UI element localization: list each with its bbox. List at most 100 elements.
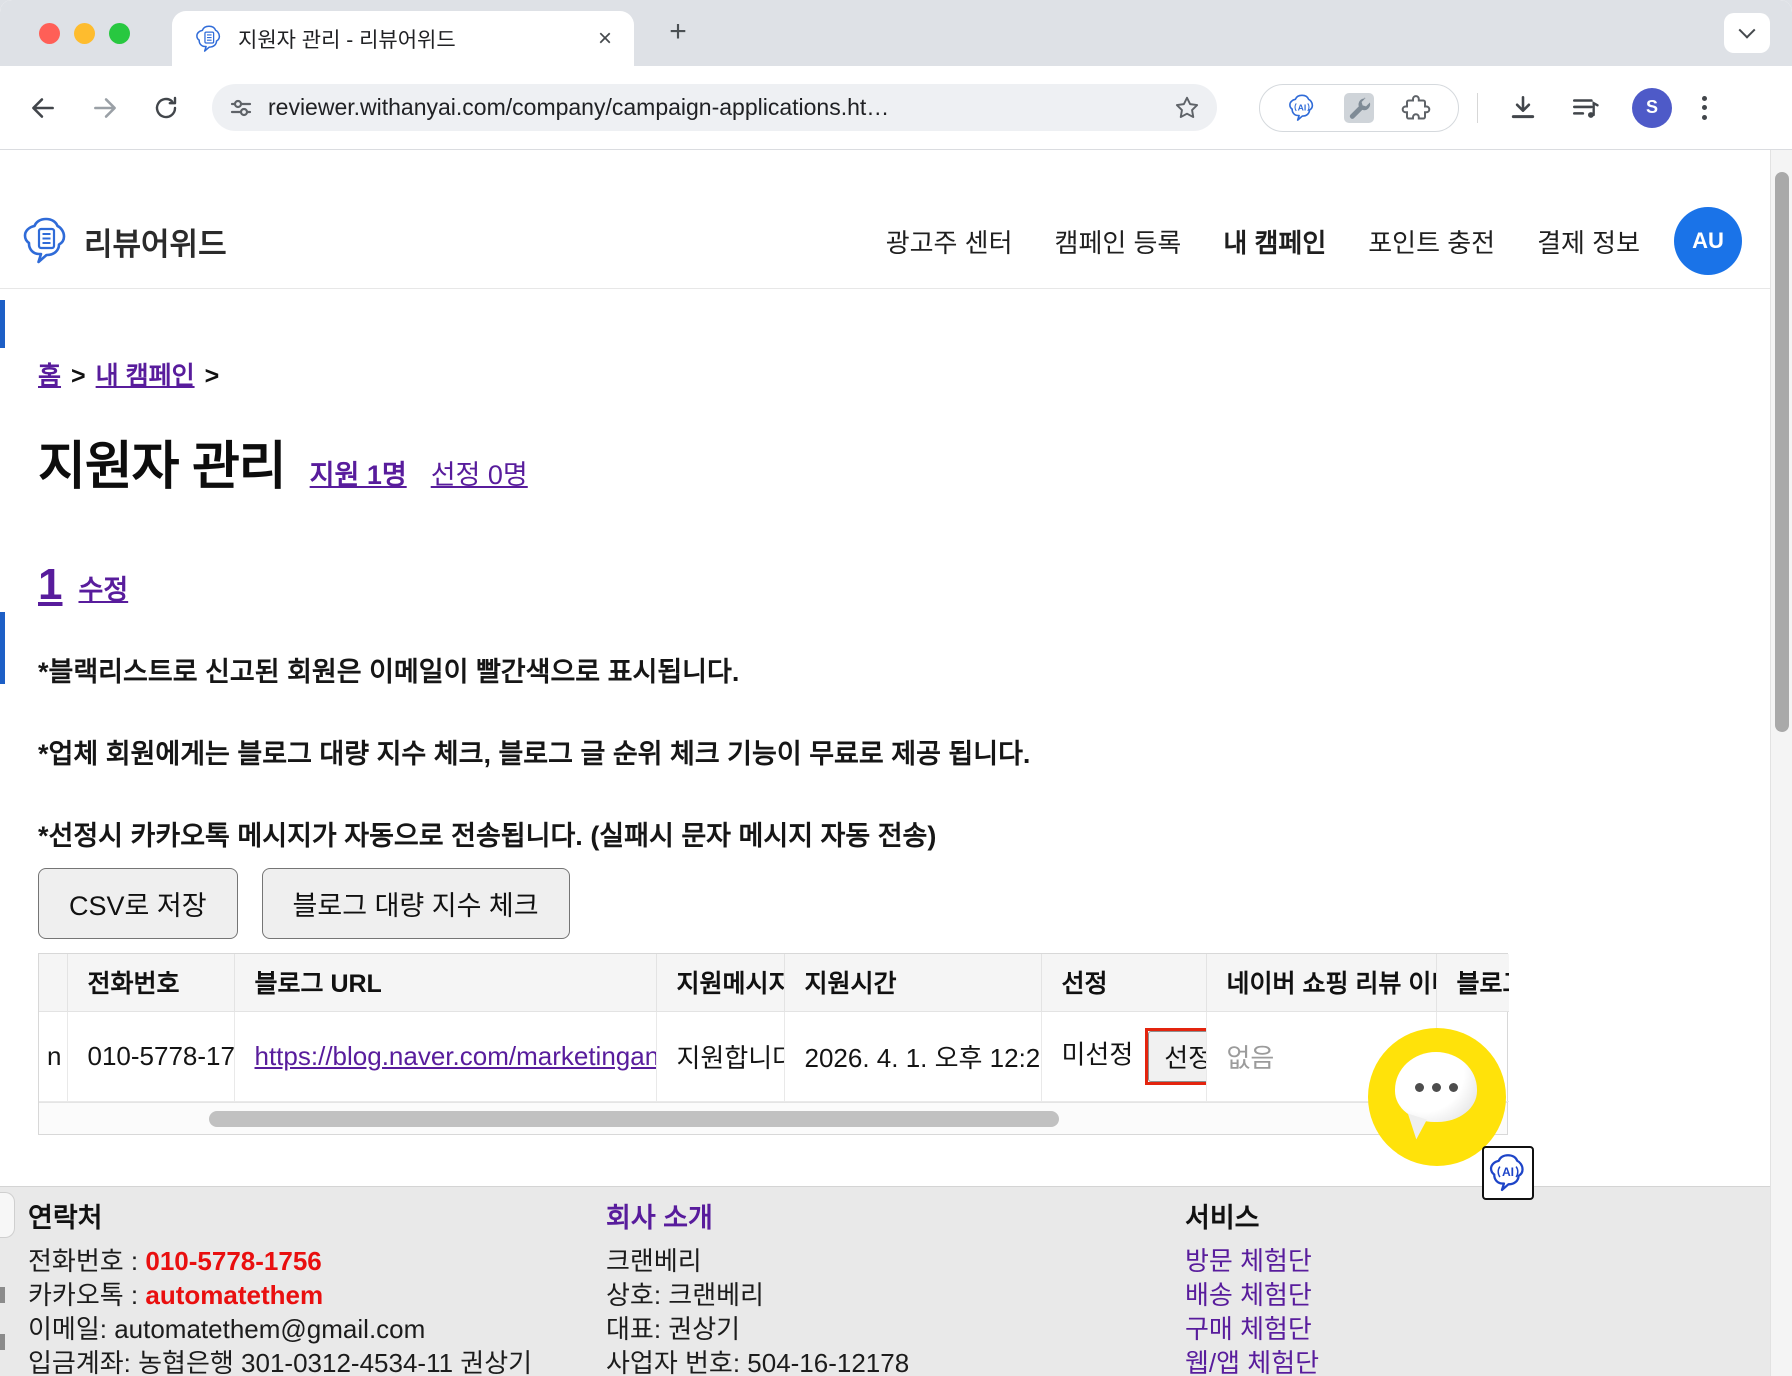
url-text[interactable]: reviewer.withanyai.com/company/campaign-… [268,94,1173,121]
ai-extension-icon[interactable]: AI [1287,93,1317,123]
clipped-left-widget-tick-2 [0,1334,5,1350]
speech-bubble-tail [1401,1113,1427,1140]
footer-company-link[interactable]: 회사 소개 [606,1203,713,1233]
col-selection: 선정 [1041,954,1206,1011]
address-bar[interactable]: reviewer.withanyai.com/company/campaign-… [212,84,1217,131]
tab-close-icon[interactable]: × [592,25,618,53]
notice-blacklist: *블랙리스트로 신고된 회원은 이메일이 빨간색으로 표시됩니다. [38,650,1030,689]
breadcrumb-my-campaigns-link[interactable]: 내 캠페인 [96,362,195,390]
forward-arrow-icon [90,93,120,123]
campaign-row: 1 수정 [38,560,128,610]
brand-logo[interactable]: 리뷰어위드 [20,215,227,267]
nav-point-charge[interactable]: 포인트 충전 [1368,223,1495,260]
cell-message: 지원합니다. [656,1011,784,1101]
tab-search-button[interactable] [1724,13,1770,53]
browser-menu-button[interactable] [1702,96,1707,120]
playlist-music-icon [1570,93,1600,123]
ai-brain-icon: AI [1487,1152,1529,1194]
toolbar-divider [1477,93,1478,123]
horizontal-scrollbar-thumb[interactable] [209,1111,1059,1127]
page-vertical-scrollbar[interactable] [1770,150,1792,1376]
browser-toolbar: reviewer.withanyai.com/company/campaign-… [0,66,1792,150]
cell-clipped: n [39,1011,67,1101]
save-csv-button[interactable]: CSV로 저장 [38,868,238,939]
clipped-left-widget-tick [0,1287,5,1303]
forward-button[interactable] [90,93,120,123]
nav-advertiser-center[interactable]: 광고주 센터 [886,223,1013,260]
browser-tab[interactable]: 지원자 관리 - 리뷰어위드 × [172,11,634,66]
browser-profile-avatar[interactable]: S [1632,88,1672,128]
bookmark-star-icon[interactable] [1173,94,1201,122]
notice-list: *블랙리스트로 신고된 회원은 이메일이 빨간색으로 표시됩니다. *업체 회원… [38,650,1030,896]
blog-bulk-check-button[interactable]: 블로그 대량 지수 체크 [262,868,570,939]
nav-my-campaigns[interactable]: 내 캠페인 [1223,223,1326,260]
reload-button[interactable] [152,94,180,122]
new-tab-button[interactable]: + [658,12,698,52]
select-button[interactable]: 선정 [1148,1031,1206,1082]
footer-link-visit[interactable]: 방문 체험단 [1185,1244,1319,1278]
footer-link-purchase[interactable]: 구매 체험단 [1185,1312,1319,1346]
svg-text:AI: AI [1502,1165,1514,1179]
back-button[interactable] [28,93,58,123]
applied-count-link[interactable]: 지원 1명 [310,453,407,492]
cell-blog-url: https://blog.naver.com/marketinganywhere [234,1011,656,1101]
media-controls-button[interactable] [1570,93,1600,123]
edit-link[interactable]: 수정 [78,568,128,607]
footer-contact: 연락처 전화번호 : 010-5778-1756 카카오톡 : automate… [28,1201,532,1376]
applicants-table: 전화번호 블로그 URL 지원메시지 지원시간 선정 네이버 쇼핑 리뷰 이미지… [39,954,1509,1102]
main-nav: 광고주 센터 캠페인 등록 내 캠페인 포인트 충전 결제 정보 [886,223,1640,260]
back-arrow-icon [28,93,58,123]
tab-title: 지원자 관리 - 리뷰어위드 [238,24,592,54]
table-row: n 010-5778-1756 https://blog.naver.com/m… [39,1011,1509,1101]
svg-text:AI: AI [1298,102,1307,112]
vertical-scrollbar-thumb[interactable] [1775,172,1789,732]
footer-link-delivery[interactable]: 배송 체험단 [1185,1278,1319,1312]
footer-link-webapp[interactable]: 웹/앱 체험단 [1185,1346,1319,1376]
user-avatar[interactable]: AU [1674,207,1742,275]
wrench-extension-icon[interactable] [1344,93,1374,123]
footer-kakao-line: 카카오톡 : automatethem [28,1278,532,1312]
footer-kakao-value: automatethem [145,1280,323,1310]
campaign-id-link[interactable]: 1 [38,560,62,610]
cell-phone: 010-5778-1756 [67,1011,234,1101]
table-horizontal-scrollbar[interactable] [39,1102,1507,1134]
title-row: 지원자 관리 지원 1명 선정 0명 [38,424,528,499]
footer-company-heading: 회사 소개 [606,1201,909,1235]
nav-campaign-register[interactable]: 캠페인 등록 [1055,223,1182,260]
extensions-puzzle-icon[interactable] [1401,93,1431,123]
footer-phone-label: 전화번호 : [28,1246,145,1276]
chevron-down-icon [1739,22,1756,39]
downloads-button[interactable] [1508,93,1538,123]
footer-contact-heading: 연락처 [28,1201,532,1235]
footer-company-ceo: 대표: 권상기 [606,1312,909,1346]
footer-company-name: 크랜베리 [606,1244,909,1278]
footer-services-heading: 서비스 [1185,1201,1319,1235]
footer-company-trade-name: 상호: 크랜베리 [606,1278,909,1312]
brand-name[interactable]: 리뷰어위드 [84,219,227,264]
speech-bubble-icon [1395,1052,1477,1122]
brand-brain-icon [20,215,72,267]
clipped-left-widget-fragment-3 [0,1192,15,1238]
footer-phone-value: 010-5778-1756 [145,1246,321,1276]
applicants-table-container: 전화번호 블로그 URL 지원메시지 지원시간 선정 네이버 쇼핑 리뷰 이미지… [38,953,1508,1135]
select-button-highlight: 선정 [1145,1028,1206,1085]
blog-url-link[interactable]: https://blog.naver.com/marketinganywhere [255,1041,657,1071]
tab-strip: 지원자 관리 - 리뷰어위드 × + [0,0,1792,66]
selected-count-link[interactable]: 선정 0명 [431,453,528,492]
breadcrumb-home-link[interactable]: 홈 [38,362,61,390]
footer-company-biznum: 사업자 번호: 504-16-12178 [606,1346,909,1376]
macos-fullscreen-button[interactable] [109,23,130,44]
col-applied-at: 지원시간 [784,954,1041,1011]
nav-payment-info[interactable]: 결제 정보 [1537,223,1640,260]
footer-kakao-label: 카카오톡 : [28,1280,145,1310]
browser-window: 지원자 관리 - 리뷰어위드 × + reviewer.withanyai.co… [0,0,1792,1376]
notice-kakao-message: *선정시 카카오톡 메시지가 자동으로 전송됩니다. (실패시 문자 메시지 자… [38,814,1030,853]
selection-status: 미선정 [1062,1039,1134,1069]
site-settings-tune-icon[interactable] [228,95,254,121]
clipped-left-widget-fragment-2 [0,612,5,684]
col-blog-clipped: 블로그 [1436,954,1509,1011]
ai-widget-badge[interactable]: AI [1482,1146,1534,1200]
macos-close-button[interactable] [39,23,60,44]
cell-selection: 미선정 선정 [1041,1011,1206,1101]
macos-minimize-button[interactable] [74,23,95,44]
